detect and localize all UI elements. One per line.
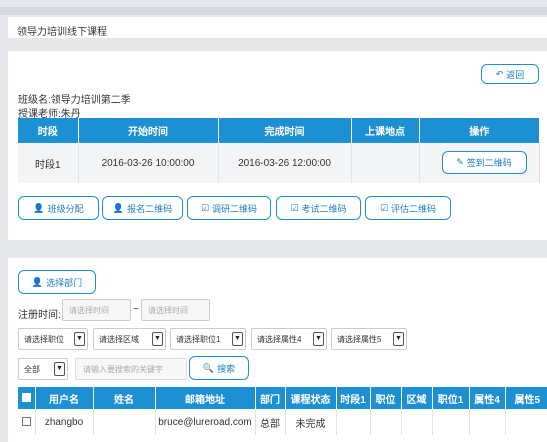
reg-time-label: 注册时间: [18, 310, 61, 321]
page-title-bar: 领导力培训线下课程 [8, 17, 547, 39]
email-cell: bruce@lureroad.com [155, 409, 256, 435]
position1-cell [432, 409, 470, 435]
header-action: 操作 [419, 118, 539, 143]
signup-qr-label: 报名二维码 [127, 203, 173, 214]
row-checkbox[interactable] [21, 417, 31, 427]
eval-qr-button[interactable]: ☑ 评估二维码 [365, 196, 451, 220]
position1-select-value: 请选择职位1 [176, 334, 221, 344]
header-dept: 部门 [255, 387, 286, 409]
header-location: 上课地点 [351, 118, 420, 143]
eval-qr-label: 评估二维码 [391, 203, 437, 214]
checkin-qr-label: 签到二维码 [466, 158, 512, 168]
table-row: 时段1 2016-03-26 10:00:00 2016-03-26 12:00… [18, 143, 540, 183]
attr5-select-value: 请选择属性5 [337, 334, 382, 344]
reg-time-start-input[interactable]: 请选择时间 [62, 299, 131, 321]
scope-select-value: 全部 [24, 364, 40, 374]
attr4-select-value: 请选择属性4 [257, 334, 302, 344]
reg-time-end-input[interactable]: 请选择时间 [141, 299, 210, 321]
exam-qr-button[interactable]: ☑ 考试二维码 [276, 196, 361, 220]
user-icon: 👤 [31, 276, 44, 287]
undo-icon: ↶ [495, 68, 504, 79]
header-position1: 职位1 [432, 387, 470, 409]
header-attr5: 属性5 [505, 387, 547, 409]
header-username: 用户名 [35, 387, 94, 409]
pencil-icon: ✎ [456, 157, 464, 167]
header-select-all [18, 387, 36, 409]
header-email: 邮箱地址 [155, 387, 256, 409]
scope-select[interactable]: 全部 ▼ [18, 358, 68, 380]
search-icon: 🔍 [202, 362, 215, 373]
chevron-down-icon: ▼ [152, 332, 163, 346]
page-title: 领导力培训线下课程 [17, 27, 107, 38]
header-session1: 时段1 [336, 387, 371, 409]
chevron-down-icon: ▼ [74, 332, 85, 346]
range-tilde: ~ [133, 304, 139, 315]
user-icon: 👤 [33, 202, 45, 213]
attr5-select[interactable]: 请选择属性5 ▼ [331, 328, 407, 350]
header-end: 完成时间 [218, 118, 352, 143]
header-position: 职位 [370, 387, 402, 409]
exam-qr-label: 考试二维码 [301, 203, 347, 214]
select-dept-label: 选择部门 [46, 277, 83, 288]
select-all-checkbox[interactable] [21, 393, 31, 403]
action-cell: ✎ 签到二维码 [419, 143, 540, 183]
session-table: 时段 开始时间 完成时间 上课地点 操作 时段1 2016-03-26 10:0… [18, 118, 540, 183]
search-button[interactable]: 🔍 搜索 [189, 356, 249, 380]
check-square-icon: ☑ [290, 202, 299, 213]
period-cell: 时段1 [18, 143, 79, 183]
attr4-select[interactable]: 请选择属性4 ▼ [251, 328, 327, 350]
top-strip [0, 7, 547, 15]
session1-cell [336, 409, 371, 435]
header-region: 区域 [401, 387, 433, 409]
class-assign-button[interactable]: 👤 班级分配 [18, 196, 99, 220]
chevron-down-icon: ▼ [232, 332, 243, 346]
start-cell: 2016-03-26 10:00:00 [78, 143, 219, 183]
select-dept-button[interactable]: 👤 选择部门 [18, 270, 96, 294]
course-info-panel: ↶ 返回 班级名:领导力培训第二季 授课老师:朱丹 时段 开始时间 完成时间 上… [8, 51, 547, 240]
position-select-value: 请选择职位 [24, 334, 64, 344]
attr4-cell [469, 409, 506, 435]
attr5-cell [505, 409, 547, 435]
row-select-cell [18, 409, 36, 435]
user-list-panel: 👤 选择部门 注册时间: 请选择时间 ~ 请选择时间 请选择职位 ▼ 请选择区域… [8, 258, 547, 442]
back-button[interactable]: ↶ 返回 [481, 64, 539, 84]
checkin-qr-button[interactable]: ✎ 签到二维码 [441, 151, 527, 174]
header-status: 课程状态 [285, 387, 337, 409]
dept-cell: 总部 [255, 409, 286, 435]
user-icon: 👤 [112, 202, 125, 213]
position1-select[interactable]: 请选择职位1 ▼ [170, 328, 246, 350]
region-cell [401, 409, 433, 435]
user-table: 用户名 姓名 邮箱地址 部门 课程状态 时段1 职位 区域 职位1 属性4 属性… [18, 387, 547, 435]
position-cell [370, 409, 402, 435]
check-square-icon: ☑ [379, 202, 389, 213]
name-cell [93, 409, 156, 435]
region-select-value: 请选择区域 [99, 334, 139, 344]
survey-qr-button[interactable]: ☑ 调研二维码 [187, 196, 271, 220]
check-square-icon: ☑ [200, 202, 210, 213]
header-name: 姓名 [93, 387, 156, 409]
location-cell [351, 143, 420, 183]
class-assign-label: 班级分配 [47, 203, 84, 214]
header-attr4: 属性4 [469, 387, 506, 409]
back-button-label: 返回 [506, 69, 525, 80]
header-start: 开始时间 [78, 118, 219, 143]
header-period: 时段 [18, 118, 79, 143]
chevron-down-icon: ▼ [313, 332, 324, 346]
table-row: zhangbo bruce@lureroad.com 总部 未完成 [18, 409, 547, 435]
class-name: 班级名:领导力培训第二季 [18, 95, 131, 106]
chevron-down-icon: ▼ [54, 362, 65, 376]
signup-qr-button[interactable]: 👤 报名二维码 [102, 196, 183, 220]
status-cell: 未完成 [285, 409, 337, 435]
chevron-down-icon: ▼ [393, 332, 404, 346]
keyword-search-input[interactable]: 请输入要搜索的关键字 [75, 358, 187, 380]
user-table-header: 用户名 姓名 邮箱地址 部门 课程状态 时段1 职位 区域 职位1 属性4 属性… [18, 387, 547, 409]
session-table-header: 时段 开始时间 完成时间 上课地点 操作 [18, 118, 539, 143]
username-cell: zhangbo [35, 409, 94, 435]
region-select[interactable]: 请选择区域 ▼ [93, 328, 166, 350]
search-button-label: 搜索 [217, 363, 236, 374]
survey-qr-label: 调研二维码 [212, 203, 258, 214]
position-select[interactable]: 请选择职位 ▼ [18, 328, 88, 350]
end-cell: 2016-03-26 12:00:00 [218, 143, 352, 183]
